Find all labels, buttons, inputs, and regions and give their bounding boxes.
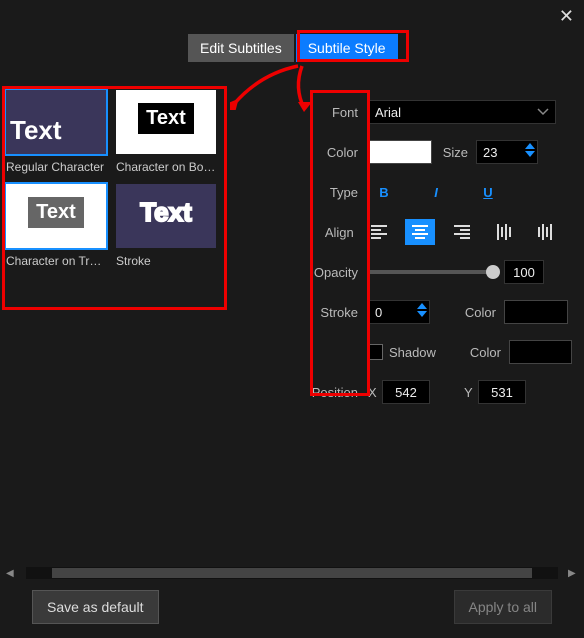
preset-label: Character on Tra... — [6, 254, 106, 268]
text-color-swatch[interactable] — [368, 140, 432, 164]
preset-regular-character[interactable]: Text Regular Character — [6, 90, 106, 174]
label-font: Font — [300, 105, 368, 120]
label-align: Align — [300, 225, 364, 240]
scroll-right-icon[interactable]: ▶ — [568, 568, 578, 579]
label-stroke-color: Color — [460, 305, 504, 320]
label-x: X — [368, 385, 382, 400]
preset-stroke[interactable]: Text Stroke — [116, 184, 216, 268]
italic-button[interactable]: I — [420, 180, 452, 204]
bold-button[interactable]: B — [368, 180, 400, 204]
opacity-input[interactable] — [504, 260, 544, 284]
font-size-stepper[interactable] — [476, 140, 538, 164]
font-select-value: Arial — [375, 105, 401, 120]
underline-button[interactable]: U — [472, 180, 504, 204]
preset-thumb: Text — [6, 90, 106, 154]
chevron-down-icon — [537, 106, 549, 118]
label-opacity: Opacity — [300, 265, 368, 280]
apply-to-all-button[interactable]: Apply to all — [454, 590, 552, 624]
label-size: Size — [432, 145, 476, 160]
shadow-color-swatch[interactable] — [509, 340, 572, 364]
close-icon[interactable]: ✕ — [559, 6, 574, 27]
position-y-input[interactable] — [478, 380, 526, 404]
preset-thumb: Text — [116, 184, 216, 248]
shadow-checkbox[interactable] — [367, 344, 383, 360]
label-stroke: Stroke — [300, 305, 368, 320]
align-right-button[interactable] — [447, 219, 477, 245]
align-center-button[interactable] — [405, 219, 435, 245]
preset-character-on-bottom[interactable]: Text Character on Bot... — [116, 90, 216, 174]
align-left-button[interactable] — [364, 219, 394, 245]
style-presets: Text Regular Character Text Character on… — [6, 90, 224, 268]
scroll-handle[interactable] — [52, 568, 532, 578]
horizontal-scrollbar[interactable]: ◀ ▶ — [6, 566, 578, 580]
label-type: Type — [300, 185, 368, 200]
stroke-stepper[interactable] — [368, 300, 430, 324]
label-position: Position — [300, 385, 368, 400]
scroll-track[interactable] — [26, 567, 558, 579]
stepper-down-icon[interactable] — [417, 310, 427, 318]
annotation-arrow-1 — [230, 64, 310, 110]
font-select[interactable]: Arial — [368, 100, 556, 124]
save-as-default-button[interactable]: Save as default — [32, 590, 159, 624]
tab-bar: Edit Subtitles Subtile Style — [188, 34, 400, 62]
preset-thumb: Text — [116, 90, 216, 154]
stepper-down-icon[interactable] — [525, 150, 535, 158]
stepper-up-icon[interactable] — [525, 142, 535, 150]
label-shadow-color: Color — [465, 345, 508, 360]
slider-knob[interactable] — [486, 265, 500, 279]
footer: Save as default Apply to all — [32, 590, 552, 624]
preset-label: Character on Bot... — [116, 160, 216, 174]
tab-edit-subtitles[interactable]: Edit Subtitles — [188, 34, 294, 62]
align-vertical-1-button[interactable] — [489, 219, 519, 245]
preset-label: Regular Character — [6, 160, 106, 174]
properties-panel: Font Arial Color Size Type B I U Align — [300, 92, 572, 412]
stepper-up-icon[interactable] — [417, 302, 427, 310]
label-shadow: Shadow — [389, 345, 436, 360]
opacity-slider[interactable] — [370, 270, 494, 274]
label-color: Color — [300, 145, 368, 160]
scroll-left-icon[interactable]: ◀ — [6, 568, 16, 579]
position-x-input[interactable] — [382, 380, 430, 404]
tab-subtitle-style[interactable]: Subtile Style — [296, 34, 398, 62]
preset-character-on-transparent[interactable]: Text Character on Tra... — [6, 184, 106, 268]
preset-thumb: Text — [6, 184, 106, 248]
stroke-color-swatch[interactable] — [504, 300, 568, 324]
align-vertical-2-button[interactable] — [530, 219, 560, 245]
preset-label: Stroke — [116, 254, 216, 268]
label-y: Y — [464, 385, 478, 400]
